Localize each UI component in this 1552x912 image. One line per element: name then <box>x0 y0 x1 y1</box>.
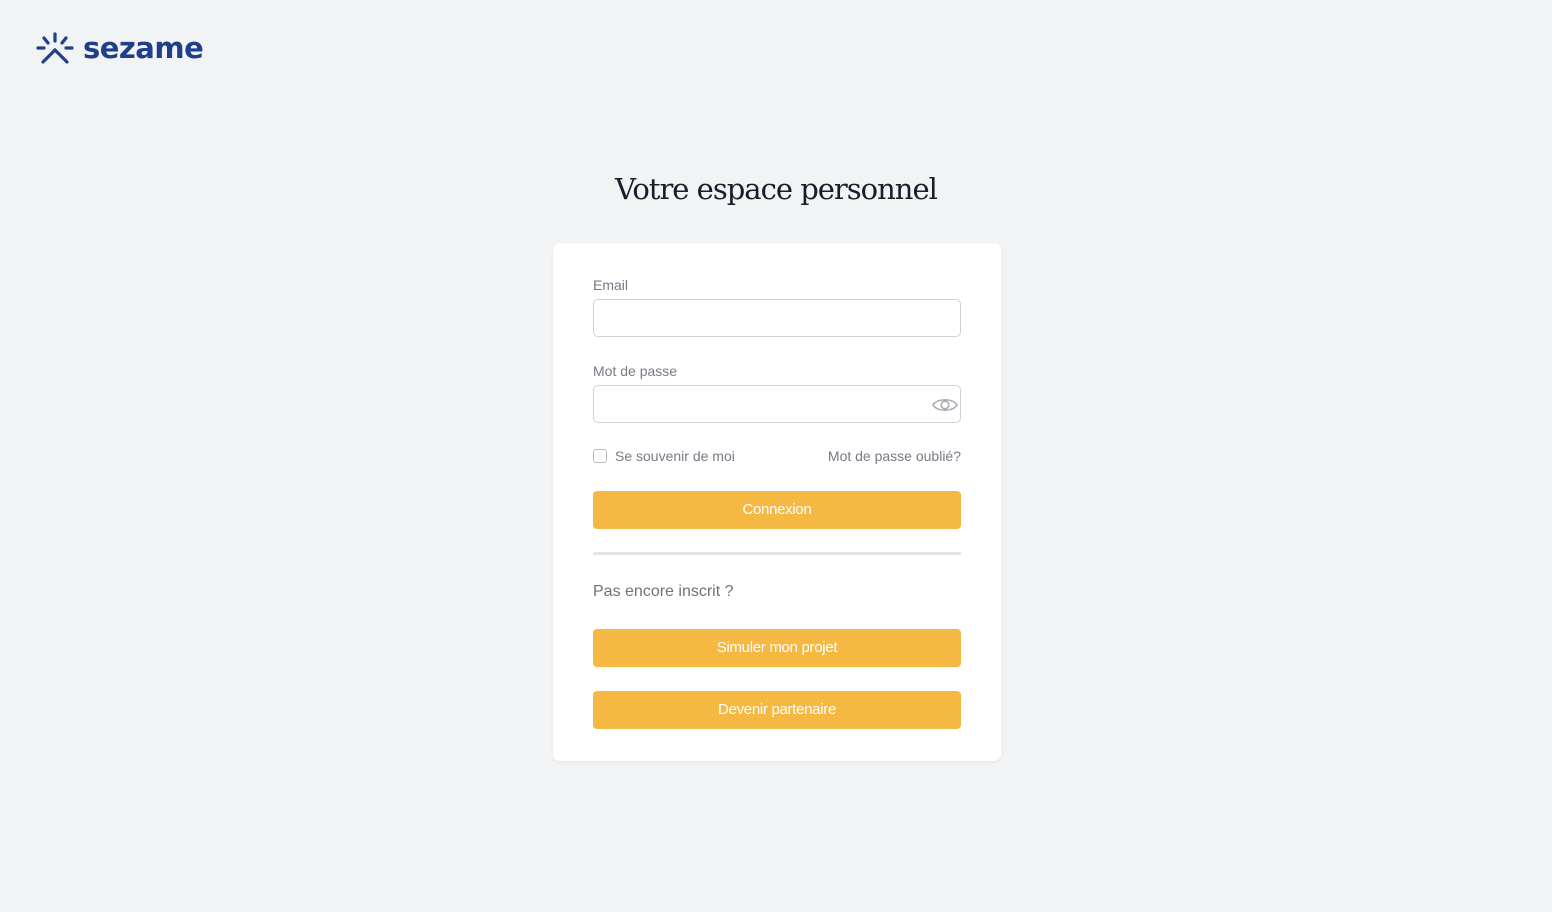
login-button[interactable]: Connexion <box>593 491 961 529</box>
eye-icon[interactable] <box>931 393 959 417</box>
sezame-logo[interactable]: sezame <box>35 31 204 67</box>
become-partner-button[interactable]: Devenir partenaire <box>593 691 961 729</box>
login-card: Email Mot de passe Se souvenir de moi Mo… <box>553 243 1001 761</box>
signup-prompt: Pas encore inscrit ? <box>593 583 734 600</box>
forgot-password-link[interactable]: Mot de passe oublié? <box>828 448 961 464</box>
login-page: sezame Votre espace personnel Email Mot … <box>0 0 1552 912</box>
password-field[interactable] <box>593 385 961 423</box>
email-label: Email <box>593 277 629 293</box>
remember-label: Se souvenir de moi <box>615 448 735 464</box>
page-title: Votre espace personnel <box>615 172 938 206</box>
password-label: Mot de passe <box>593 363 678 379</box>
remember-checkbox[interactable] <box>593 449 607 463</box>
remember-me[interactable]: Se souvenir de moi <box>593 448 735 464</box>
email-field[interactable] <box>593 299 961 337</box>
sezame-sunburst-icon <box>36 32 74 64</box>
divider <box>593 552 961 555</box>
simulate-project-button[interactable]: Simuler mon projet <box>593 629 961 667</box>
brand-name: sezame <box>83 31 204 65</box>
